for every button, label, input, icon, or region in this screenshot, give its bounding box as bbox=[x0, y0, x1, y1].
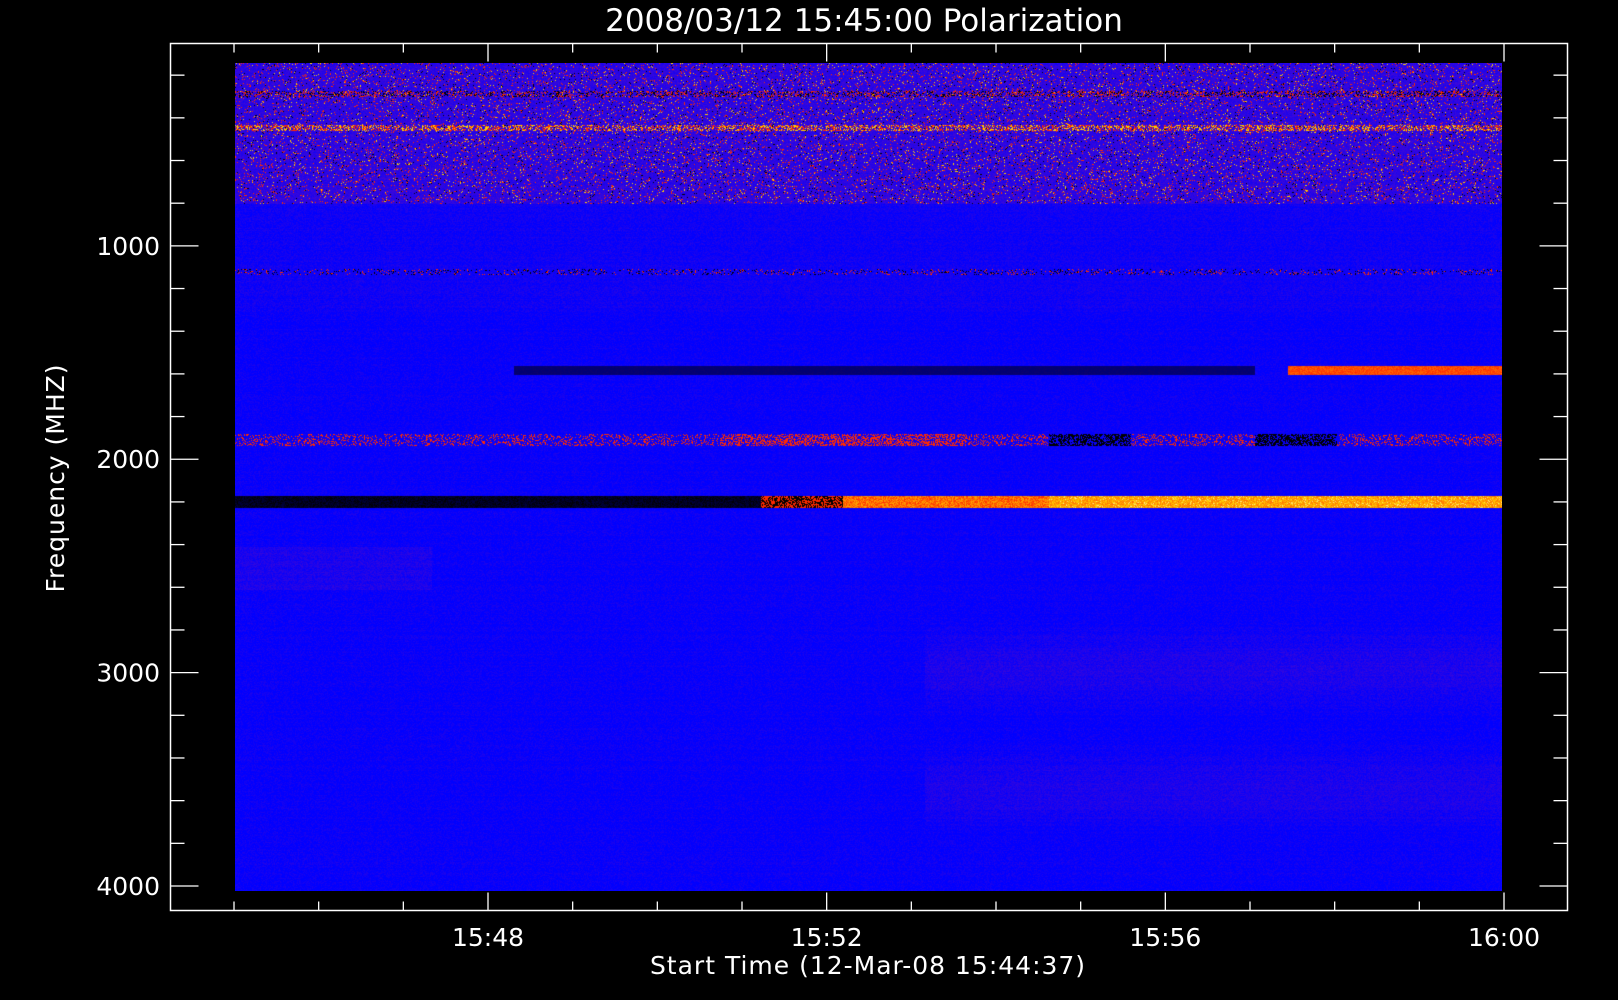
chart-title: 2008/03/12 15:45:00 Polarization bbox=[605, 3, 1123, 39]
spectrogram-image bbox=[235, 63, 1502, 891]
x-tick-label: 15:56 bbox=[1129, 923, 1201, 952]
y-tick-label: 4000 bbox=[96, 872, 160, 901]
x-axis-label: Start Time (12-Mar-08 15:44:37) bbox=[650, 951, 1086, 980]
y-tick-label: 1000 bbox=[96, 232, 160, 261]
y-axis-label: Frequency (MHZ) bbox=[41, 363, 70, 592]
spectrogram-chart: 2008/03/12 15:45:00 Polarization 15:48 15… bbox=[0, 0, 1618, 1000]
x-tick-label: 15:52 bbox=[791, 923, 863, 952]
y-tick-label: 2000 bbox=[96, 445, 160, 474]
x-tick-label: 16:00 bbox=[1468, 923, 1540, 952]
x-tick-label: 15:48 bbox=[452, 923, 524, 952]
y-tick-label: 3000 bbox=[96, 659, 160, 688]
